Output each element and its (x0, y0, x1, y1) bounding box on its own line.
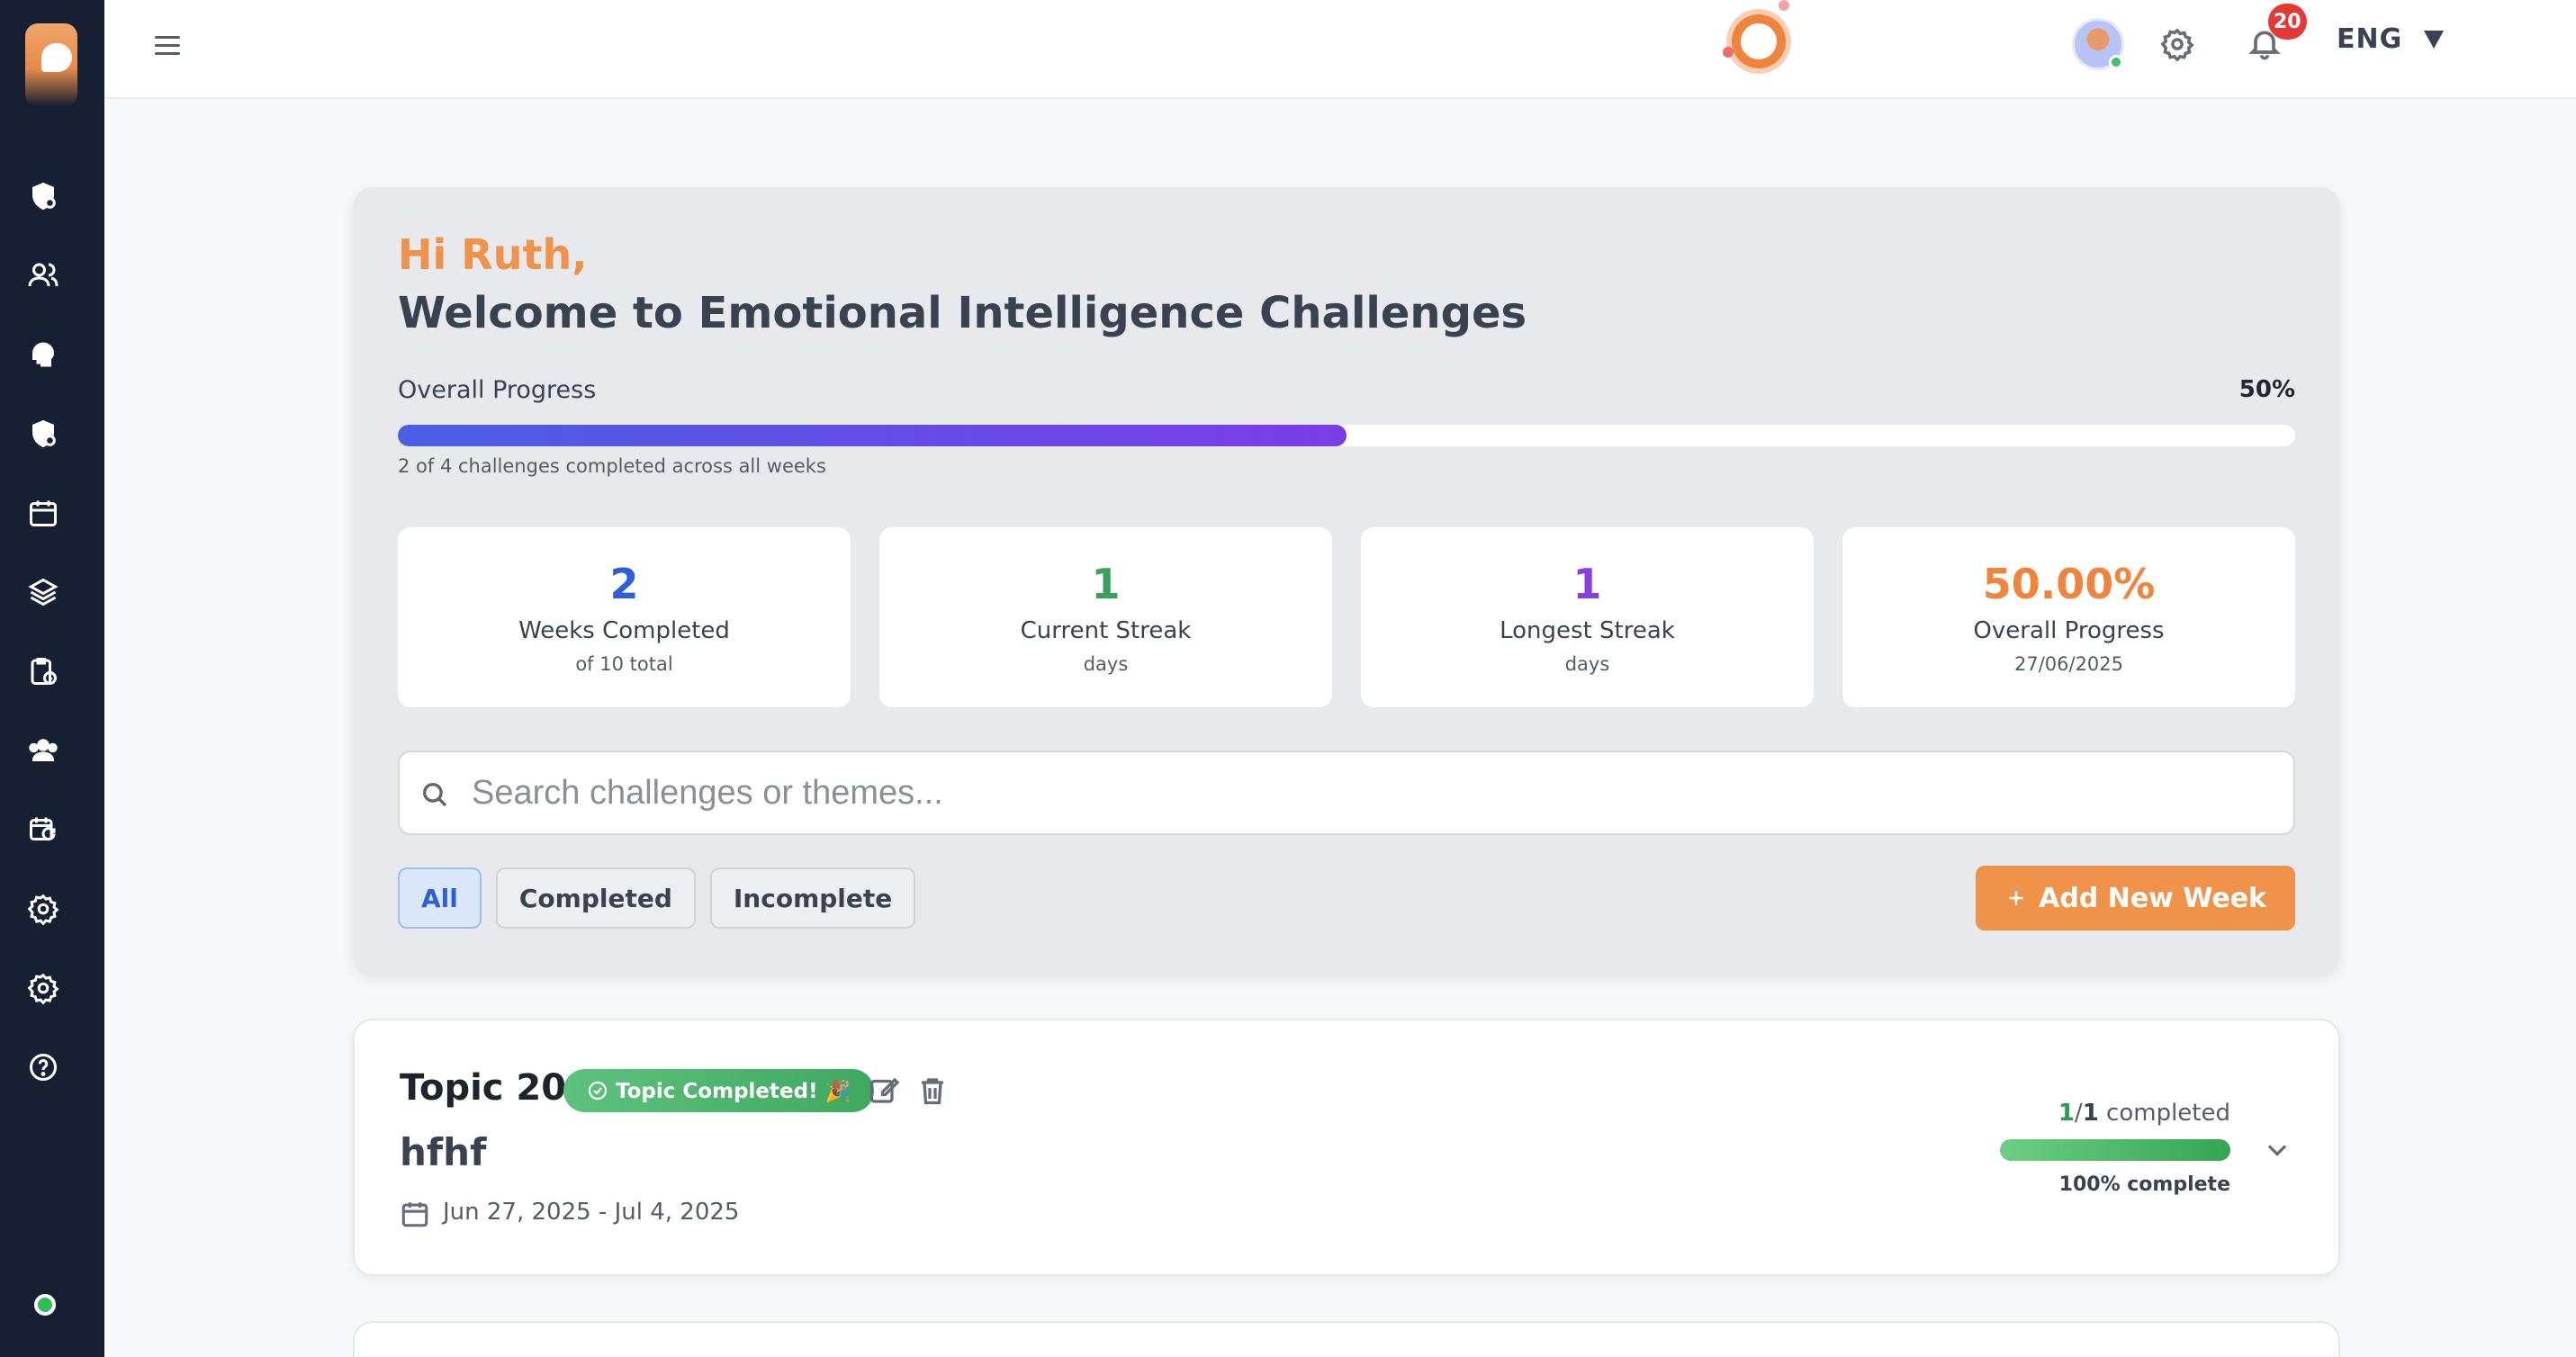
online-indicator (2109, 55, 2123, 69)
sidebar-item-help[interactable] (25, 1049, 61, 1085)
progress-subtext: 2 of 4 challenges completed across all w… (398, 455, 826, 477)
sidebar-item-settings-1[interactable] (25, 891, 61, 927)
stat-card-overall-progress: 50.00% Overall Progress 27/06/2025 (1842, 527, 2295, 707)
edit-icon (869, 1077, 900, 1103)
filter-all[interactable]: All (398, 867, 482, 929)
shield-gear-icon (32, 419, 56, 448)
completed-total: 1 (2082, 1100, 2099, 1127)
progress-label: Overall Progress (398, 376, 597, 404)
add-new-week-button[interactable]: Add New Week (1976, 866, 2295, 930)
shield-user-icon (32, 182, 56, 211)
topic-percent-complete: 100% complete (2058, 1173, 2230, 1196)
search-icon (422, 782, 447, 807)
brain-head-icon (32, 342, 55, 367)
topic-subtitle: hfhf (400, 1130, 487, 1174)
delete-topic-button[interactable] (916, 1074, 949, 1107)
stat-label: Weeks Completed (518, 617, 730, 644)
sidebar-item-clipboard[interactable] (25, 653, 61, 689)
edit-topic-button[interactable] (868, 1074, 900, 1107)
group-icon (29, 739, 58, 761)
menu-toggle-button[interactable] (151, 31, 184, 63)
stat-card-longest-streak: 1 Longest Streak days (1361, 527, 1814, 707)
page-title: Welcome to Emotional Intelligence Challe… (398, 288, 1527, 338)
gear-icon (27, 973, 59, 1004)
topic-completed-badge: Topic Completed! 🎉 (563, 1069, 875, 1112)
topic-card-next[interactable] (353, 1321, 2340, 1357)
stat-sub: of 10 total (575, 653, 673, 675)
stat-label: Overall Progress (1973, 617, 2165, 644)
brand-logo (1723, 0, 1795, 77)
stat-value: 1 (1572, 560, 1602, 608)
gear-icon (2160, 28, 2194, 62)
topic-title: Topic 20 (400, 1067, 567, 1109)
sidebar-item-schedule[interactable] (25, 812, 61, 848)
chevron-down-icon (2267, 1145, 2287, 1156)
stat-card-weeks-completed: 2 Weeks Completed of 10 total (398, 527, 851, 707)
sidebar (0, 0, 104, 1357)
stat-sub: 27/06/2025 (2013, 653, 2124, 675)
stat-card-current-streak: 1 Current Streak days (879, 527, 1332, 707)
stat-value: 1 (1091, 560, 1121, 608)
topic-card[interactable]: Topic 20 Topic Completed! 🎉 hfhf Jun 27,… (353, 1019, 2340, 1276)
language-selector[interactable]: ENG (2337, 23, 2402, 55)
greeting: Hi Ruth, (398, 230, 588, 279)
overall-progress-fill (398, 425, 1347, 446)
overall-progress-bar (398, 425, 2295, 446)
search-box (398, 750, 2295, 835)
search-input[interactable] (472, 752, 2272, 833)
calendar-refresh-icon (30, 817, 56, 841)
calendar-icon (400, 1199, 430, 1229)
users-icon (28, 263, 59, 287)
app-logo[interactable] (25, 23, 77, 106)
help-icon (30, 1054, 57, 1081)
caret-down-icon[interactable] (2424, 31, 2444, 49)
sidebar-item-users[interactable] (25, 257, 61, 293)
stat-value: 2 (609, 560, 639, 608)
topic-progress-bar (2000, 1139, 2230, 1161)
completed-num: 1 (2058, 1100, 2075, 1127)
notification-count-badge: 20 (2268, 4, 2307, 40)
topic-date-range: Jun 27, 2025 - Jul 4, 2025 (443, 1199, 740, 1226)
stat-value: 50.00% (1982, 560, 2156, 608)
calendar-icon (30, 500, 57, 526)
clipboard-clock-icon (31, 658, 57, 685)
stat-label: Current Streak (1020, 617, 1192, 644)
sidebar-item-settings-2[interactable] (25, 970, 61, 1006)
sidebar-item-shield-user[interactable] (25, 178, 61, 214)
filter-tabs: All Completed Incomplete (398, 867, 916, 929)
progress-percent: 50% (2238, 376, 2295, 403)
completed-word: completed (2106, 1100, 2230, 1127)
layers-icon (28, 578, 59, 607)
stat-sub: days (1564, 653, 1610, 675)
online-status-dot (34, 1294, 56, 1316)
stat-sub: days (1083, 653, 1129, 675)
filter-completed[interactable]: Completed (495, 867, 696, 929)
user-avatar[interactable] (2072, 18, 2124, 70)
filter-incomplete[interactable]: Incomplete (709, 867, 916, 929)
expand-topic-button[interactable] (2261, 1134, 2293, 1166)
challenge-overview-card: Hi Ruth, Welcome to Emotional Intelligen… (353, 187, 2340, 975)
stat-label: Longest Streak (1500, 617, 1675, 644)
sidebar-item-brain[interactable] (25, 337, 61, 373)
check-circle-icon (588, 1081, 608, 1101)
trash-icon (922, 1078, 943, 1105)
topic-completed-count: 1/1 completed (2058, 1100, 2230, 1127)
add-new-week-label: Add New Week (2039, 882, 2266, 914)
sidebar-item-calendar[interactable] (25, 495, 61, 531)
plus-icon (2009, 891, 2023, 905)
sidebar-item-group[interactable] (25, 732, 61, 768)
top-bar (104, 0, 2576, 99)
sidebar-item-shield-settings[interactable] (25, 416, 61, 452)
stats-row: 2 Weeks Completed of 10 total 1 Current … (398, 527, 2295, 707)
gear-icon (27, 894, 59, 925)
sidebar-item-layers[interactable] (25, 574, 61, 610)
topic-badge-label: Topic Completed! 🎉 (616, 1079, 851, 1103)
settings-button[interactable] (2160, 27, 2194, 62)
